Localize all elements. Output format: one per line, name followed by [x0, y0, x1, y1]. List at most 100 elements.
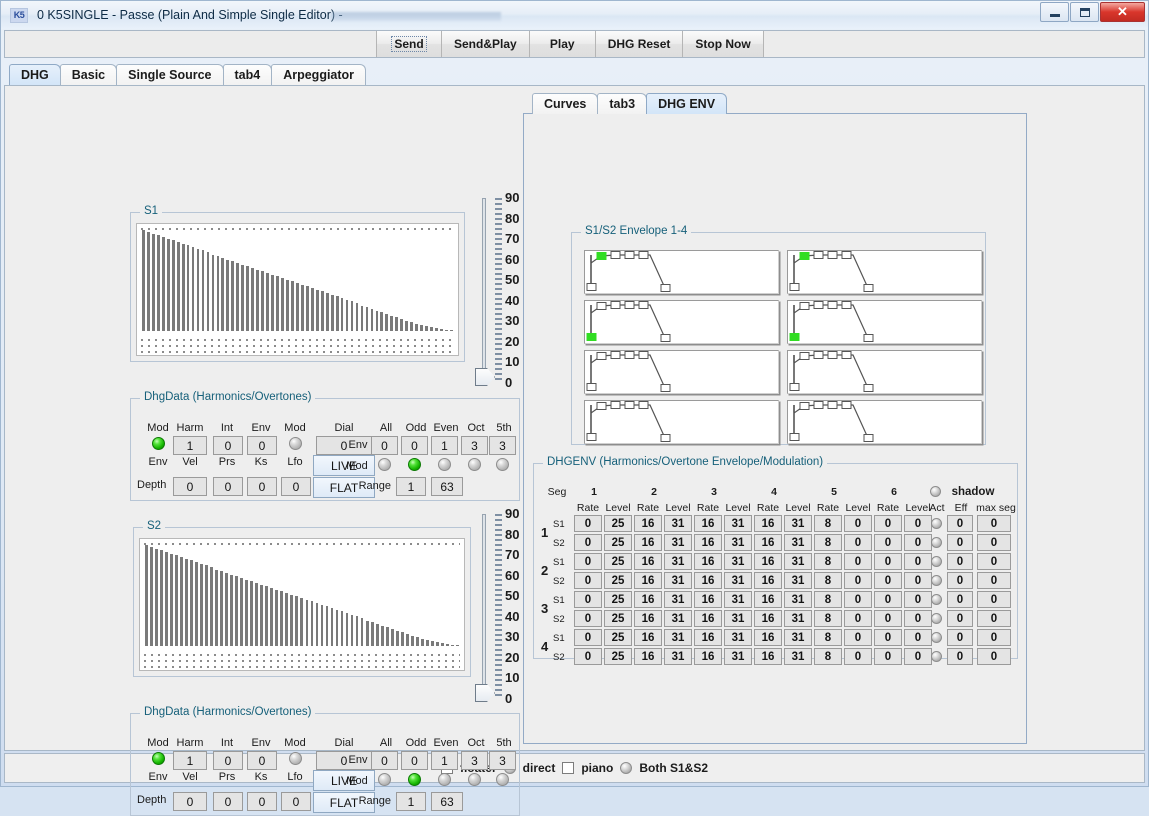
- dhgenv-value-cell[interactable]: 0: [874, 534, 902, 551]
- envelope-chart[interactable]: [787, 250, 982, 294]
- dhgenv-value-cell[interactable]: 16: [694, 648, 722, 665]
- dhgenv-value-cell[interactable]: 31: [784, 553, 812, 570]
- dhgenv-value-cell[interactable]: 0: [574, 553, 602, 570]
- dhgenv-value-cell[interactable]: 0: [874, 553, 902, 570]
- dhgdata-mod-led[interactable]: [152, 437, 165, 450]
- tab-dhg-env[interactable]: DHG ENV: [646, 93, 727, 114]
- dhgenv-value-cell[interactable]: 31: [784, 648, 812, 665]
- close-button[interactable]: ✕: [1100, 2, 1145, 22]
- dhgenv-eff-cell[interactable]: 0: [947, 515, 973, 532]
- dhgenv-value-cell[interactable]: 0: [874, 515, 902, 532]
- dhgenv-maxseg-cell[interactable]: 0: [977, 648, 1011, 665]
- dhgenv-maxseg-cell[interactable]: 0: [977, 572, 1011, 589]
- dhgenv-eff-cell[interactable]: 0: [947, 610, 973, 627]
- tab-basic[interactable]: Basic: [60, 64, 117, 85]
- dhgenv-value-cell[interactable]: 16: [694, 629, 722, 646]
- dhgenv-value-cell[interactable]: 31: [664, 534, 692, 551]
- dhgenv-value-cell[interactable]: 16: [754, 629, 782, 646]
- dhgenv-maxseg-cell[interactable]: 0: [977, 591, 1011, 608]
- envelope-chart[interactable]: [584, 350, 779, 394]
- dhgenv-act-knob[interactable]: [931, 594, 942, 605]
- minimize-button[interactable]: [1040, 2, 1069, 22]
- dhgenv-value-cell[interactable]: 16: [634, 610, 662, 627]
- dhgdata-env-value[interactable]: 0: [371, 436, 398, 455]
- dhgenv-value-cell[interactable]: 0: [574, 572, 602, 589]
- dhgenv-value-cell[interactable]: 0: [844, 572, 872, 589]
- envelope-chart[interactable]: [584, 400, 779, 444]
- dhgenv-value-cell[interactable]: 31: [724, 534, 752, 551]
- dhgdata-mod-led[interactable]: [152, 752, 165, 765]
- dhgenv-value-cell[interactable]: 0: [904, 648, 932, 665]
- dhgenv-act-knob[interactable]: [931, 556, 942, 567]
- dhgdata-env-value[interactable]: 1: [431, 751, 458, 770]
- maximize-button[interactable]: [1070, 2, 1099, 22]
- dhgenv-value-cell[interactable]: 31: [724, 629, 752, 646]
- dhgenv-value-cell[interactable]: 0: [904, 629, 932, 646]
- dhgdata-depth-field[interactable]: 0: [281, 792, 311, 811]
- dhgenv-value-cell[interactable]: 0: [844, 629, 872, 646]
- dhgenv-value-cell[interactable]: 16: [634, 572, 662, 589]
- dhgenv-act-knob[interactable]: [931, 613, 942, 624]
- dhgdata-depth-field[interactable]: 0: [281, 477, 311, 496]
- dhgenv-value-cell[interactable]: 8: [814, 534, 842, 551]
- dhgenv-maxseg-cell[interactable]: 0: [977, 553, 1011, 570]
- dhgenv-value-cell[interactable]: 0: [574, 610, 602, 627]
- dhgenv-maxseg-cell[interactable]: 0: [977, 610, 1011, 627]
- dhgenv-value-cell[interactable]: 0: [844, 553, 872, 570]
- dhgenv-value-cell[interactable]: 25: [604, 648, 632, 665]
- dhgdata-depth-field[interactable]: 0: [173, 792, 207, 811]
- dhgenv-value-cell[interactable]: 8: [814, 610, 842, 627]
- dhgdata-range-to[interactable]: 63: [431, 792, 463, 811]
- dhgdata-depth-field[interactable]: 0: [213, 792, 243, 811]
- dhgdata-env-value[interactable]: 0: [401, 436, 428, 455]
- dhgenv-value-cell[interactable]: 16: [694, 515, 722, 532]
- dhgenv-value-cell[interactable]: 16: [694, 553, 722, 570]
- dhgdata-mod-state-led[interactable]: [496, 458, 509, 471]
- dhgenv-value-cell[interactable]: 31: [664, 515, 692, 532]
- dhgdata-int-field[interactable]: 0: [213, 436, 243, 455]
- dhgenv-value-cell[interactable]: 25: [604, 572, 632, 589]
- dhgdata-env-value[interactable]: 0: [401, 751, 428, 770]
- dhgdata-mod-state-led[interactable]: [468, 458, 481, 471]
- both-knob[interactable]: [620, 762, 632, 774]
- dhgenv-value-cell[interactable]: 31: [784, 534, 812, 551]
- dhgenv-value-cell[interactable]: 8: [814, 553, 842, 570]
- dhgenv-value-cell[interactable]: 0: [874, 572, 902, 589]
- dhgenv-value-cell[interactable]: 0: [844, 534, 872, 551]
- dhgdata-env-value[interactable]: 1: [431, 436, 458, 455]
- dhgenv-value-cell[interactable]: 31: [664, 553, 692, 570]
- dhgdata-harm-field[interactable]: 1: [173, 436, 207, 455]
- dhgdata-depth-field[interactable]: 0: [247, 792, 277, 811]
- dhgenv-value-cell[interactable]: 16: [694, 610, 722, 627]
- stop-now-button[interactable]: Stop Now: [683, 31, 763, 57]
- dhgenv-value-cell[interactable]: 25: [604, 610, 632, 627]
- dhgenv-value-cell[interactable]: 31: [664, 648, 692, 665]
- dhgenv-eff-cell[interactable]: 0: [947, 572, 973, 589]
- tab-dhg[interactable]: DHG: [9, 64, 61, 85]
- s1-harmonics-chart[interactable]: [136, 223, 459, 356]
- dhgenv-value-cell[interactable]: 16: [634, 515, 662, 532]
- dhgdata-range-from[interactable]: 1: [396, 792, 426, 811]
- envelope-chart[interactable]: [787, 400, 982, 444]
- dhgdata-range-from[interactable]: 1: [396, 477, 426, 496]
- tab-tab3[interactable]: tab3: [597, 93, 647, 114]
- envelope-chart[interactable]: [584, 300, 779, 344]
- dhgenv-value-cell[interactable]: 16: [634, 648, 662, 665]
- dhgenv-value-cell[interactable]: 25: [604, 591, 632, 608]
- dhgenv-maxseg-cell[interactable]: 0: [977, 534, 1011, 551]
- dhgenv-eff-cell[interactable]: 0: [947, 648, 973, 665]
- dhgenv-value-cell[interactable]: 31: [784, 591, 812, 608]
- dhgdata-int-field[interactable]: 0: [213, 751, 243, 770]
- dhgenv-value-cell[interactable]: 0: [844, 515, 872, 532]
- dhgenv-value-cell[interactable]: 0: [904, 591, 932, 608]
- dhgdata-range-to[interactable]: 63: [431, 477, 463, 496]
- dhgdata-depth-field[interactable]: 0: [173, 477, 207, 496]
- piano-checkbox[interactable]: [562, 762, 574, 774]
- dhgenv-value-cell[interactable]: 31: [724, 610, 752, 627]
- dhgenv-value-cell[interactable]: 16: [634, 534, 662, 551]
- dhgenv-value-cell[interactable]: 16: [754, 610, 782, 627]
- dhgenv-value-cell[interactable]: 0: [874, 648, 902, 665]
- tab-curves[interactable]: Curves: [532, 93, 598, 114]
- dhgdata-mod-state-led[interactable]: [408, 773, 421, 786]
- dhgenv-maxseg-cell[interactable]: 0: [977, 629, 1011, 646]
